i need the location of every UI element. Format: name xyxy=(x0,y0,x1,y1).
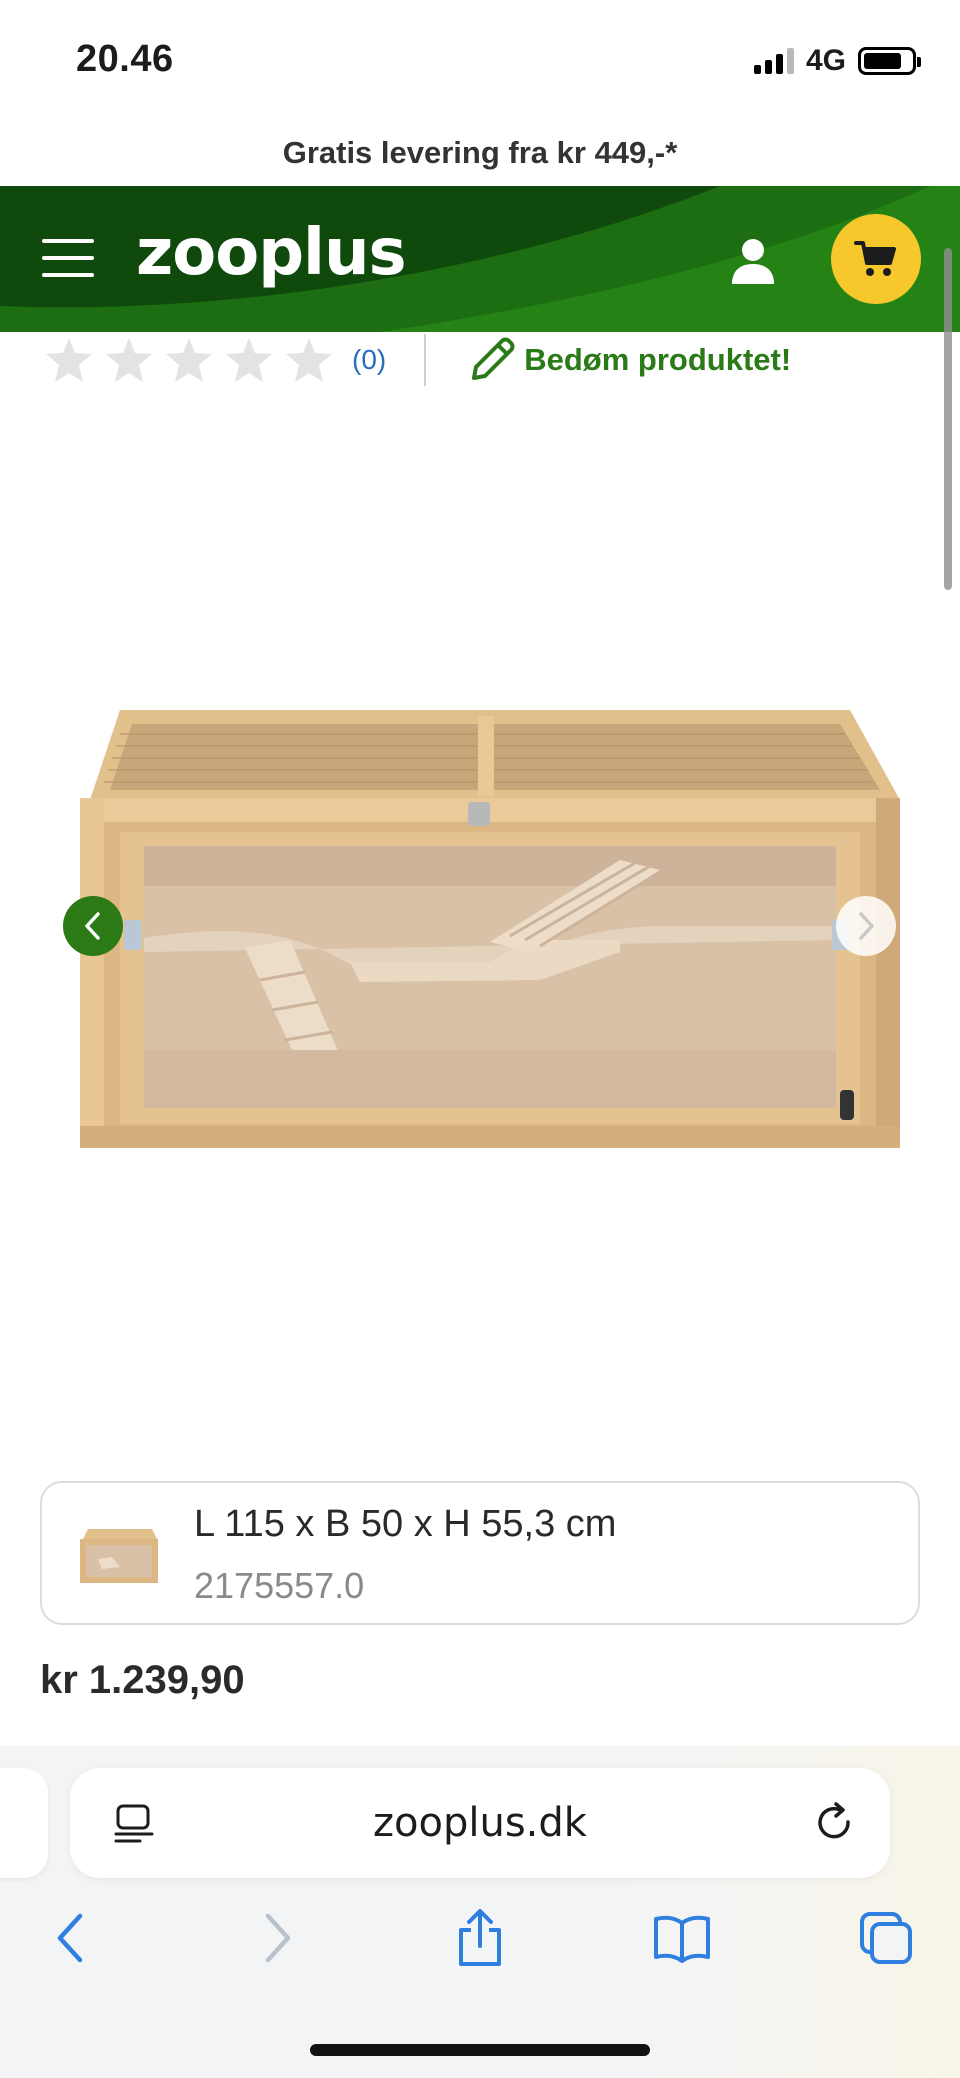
tabs-icon xyxy=(860,1912,912,1964)
previous-tab-peek[interactable] xyxy=(0,1768,48,1878)
share-icon xyxy=(459,1909,501,1966)
network-type: 4G xyxy=(805,44,846,77)
variant-selector[interactable]: L 115 x B 50 x H 55,3 cm 2175557.0 xyxy=(40,1481,920,1625)
carousel-prev-button[interactable] xyxy=(63,896,123,956)
divider xyxy=(424,334,427,386)
cart-button[interactable] xyxy=(831,214,921,304)
pencil-icon xyxy=(472,337,515,380)
url-text[interactable]: zooplus.dk xyxy=(70,1800,890,1846)
bookmarks-button[interactable] xyxy=(652,1908,712,1968)
home-indicator[interactable] xyxy=(310,2044,650,2056)
product-image[interactable] xyxy=(60,690,910,1170)
hamburger-icon[interactable] xyxy=(42,239,94,277)
carousel-next-button[interactable] xyxy=(836,896,896,956)
back-icon xyxy=(57,1913,83,1963)
variant-size: L 115 x B 50 x H 55,3 cm xyxy=(194,1503,617,1545)
reload-icon[interactable] xyxy=(812,1800,858,1846)
scrollbar[interactable] xyxy=(944,248,952,590)
variant-code: 2175557.0 xyxy=(194,1565,365,1606)
cart-icon xyxy=(854,241,896,276)
star-icon xyxy=(106,338,152,382)
rate-product-label: Bedøm produktet! xyxy=(524,342,792,377)
signal-icon xyxy=(753,48,794,74)
bookmarks-icon xyxy=(654,1915,710,1963)
star-icon xyxy=(166,338,212,382)
battery-icon xyxy=(858,47,921,75)
address-bar[interactable]: zooplus.dk xyxy=(70,1768,890,1878)
status-time: 20.46 xyxy=(76,38,174,80)
rating-count[interactable]: (0) xyxy=(352,344,386,376)
tabs-button[interactable] xyxy=(856,1908,916,1968)
star-rating xyxy=(44,336,334,384)
promo-banner[interactable]: Gratis levering fra kr 449,-* xyxy=(0,120,960,186)
browser-bottom-toolbar xyxy=(0,1908,960,1978)
chevron-right-icon xyxy=(859,912,874,940)
star-icon xyxy=(286,338,332,382)
star-icon xyxy=(46,338,92,382)
back-button[interactable] xyxy=(40,1908,100,1968)
star-icon xyxy=(226,338,272,382)
rate-product-link[interactable]: Bedøm produktet! xyxy=(466,334,791,386)
status-bar: 20.46 4G xyxy=(0,0,960,120)
share-button[interactable] xyxy=(450,1908,510,1968)
rating-row: (0) Bedøm produktet! xyxy=(44,332,924,388)
status-indicators: 4G xyxy=(753,44,921,78)
forward-icon xyxy=(265,1913,291,1963)
forward-button[interactable] xyxy=(248,1908,308,1968)
site-header: zooplus xyxy=(0,186,960,332)
zooplus-logo[interactable]: zooplus xyxy=(136,216,407,290)
user-icon[interactable] xyxy=(726,234,780,288)
product-price: kr 1.239,90 xyxy=(40,1658,245,1702)
chevron-left-icon xyxy=(85,912,100,940)
variant-thumbnail xyxy=(80,1529,158,1583)
